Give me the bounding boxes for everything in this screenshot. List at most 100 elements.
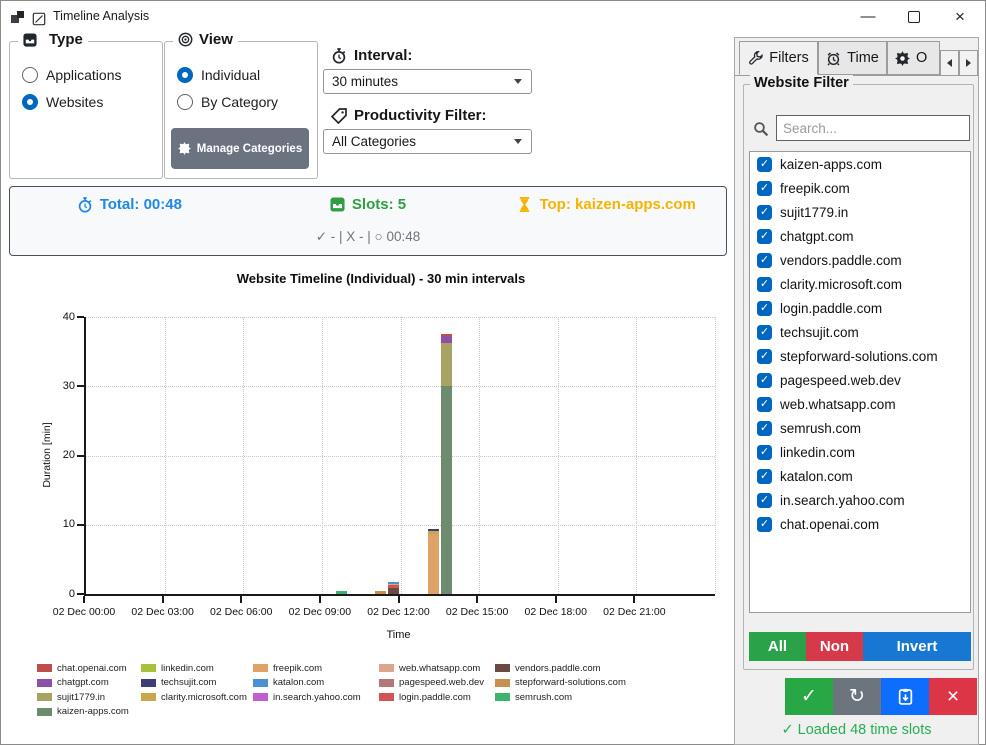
tab-scroll-right-button[interactable] xyxy=(959,50,978,76)
slots-icon xyxy=(330,197,345,212)
close-panel-button[interactable]: × xyxy=(929,678,977,715)
export-button[interactable] xyxy=(881,678,929,715)
radio-websites-circle[interactable] xyxy=(22,94,38,110)
search-icon xyxy=(753,121,769,137)
titlebar: Timeline Analysis — × xyxy=(1,1,985,33)
legend-label: linkedin.com xyxy=(161,663,214,674)
gear-icon xyxy=(895,51,910,66)
y-tick-mark xyxy=(77,524,84,526)
checkbox-checked-icon[interactable]: ✓ xyxy=(757,325,772,340)
select-all-button[interactable]: All xyxy=(749,632,806,661)
list-item[interactable]: ✓vendors.paddle.com xyxy=(750,248,970,272)
list-item[interactable]: ✓semrush.com xyxy=(750,416,970,440)
legend-item: chat.openai.com xyxy=(37,661,141,676)
list-item[interactable]: ✓web.whatsapp.com xyxy=(750,392,970,416)
refresh-button[interactable]: ↻ xyxy=(833,678,881,715)
list-item[interactable]: ✓pagespeed.web.dev xyxy=(750,368,970,392)
legend-item: pagespeed.web.dev xyxy=(379,676,495,691)
checkbox-checked-icon[interactable]: ✓ xyxy=(757,277,772,292)
legend-item: clarity.microsoft.com xyxy=(141,690,253,705)
legend-item: stepforward-solutions.com xyxy=(495,676,645,691)
tab-time[interactable]: Time xyxy=(818,41,887,75)
checkbox-checked-icon[interactable]: ✓ xyxy=(757,373,772,388)
checkbox-checked-icon[interactable]: ✓ xyxy=(757,421,772,436)
legend-swatch xyxy=(495,679,510,687)
checkbox-checked-icon[interactable]: ✓ xyxy=(757,229,772,244)
select-none-button[interactable]: Non xyxy=(806,632,863,661)
radio-websites-label: Websites xyxy=(46,94,103,110)
checkbox-checked-icon[interactable]: ✓ xyxy=(757,445,772,460)
tab-time-label: Time xyxy=(847,50,879,66)
alarm-icon xyxy=(826,51,841,66)
radio-applications-label: Applications xyxy=(46,67,122,83)
close-icon: × xyxy=(947,685,959,709)
legend-label: clarity.microsoft.com xyxy=(161,692,247,703)
checkbox-checked-icon[interactable]: ✓ xyxy=(757,301,772,316)
manage-categories-button[interactable]: Manage Categories xyxy=(171,128,309,169)
chevron-down-icon xyxy=(514,79,522,84)
legend-swatch xyxy=(253,679,268,687)
legend-swatch xyxy=(141,664,156,672)
list-item[interactable]: ✓freepik.com xyxy=(750,176,970,200)
x-tick-mark xyxy=(83,596,85,603)
radio-websites[interactable]: Websites xyxy=(22,94,162,110)
list-item-label: sujit1779.in xyxy=(780,205,848,220)
stacked-bar xyxy=(428,529,439,594)
checkbox-checked-icon[interactable]: ✓ xyxy=(757,469,772,484)
checkbox-checked-icon[interactable]: ✓ xyxy=(757,181,772,196)
list-item[interactable]: ✓ sujit1779.in xyxy=(750,200,970,224)
legend-label: chat.openai.com xyxy=(57,663,127,674)
checkbox-checked-icon[interactable]: ✓ xyxy=(757,157,772,172)
gridline xyxy=(479,317,480,594)
close-button[interactable]: × xyxy=(937,1,983,32)
x-tick-mark xyxy=(398,596,400,603)
list-item[interactable]: ✓login.paddle.com xyxy=(750,296,970,320)
radio-applications[interactable]: Applications xyxy=(22,67,162,83)
legend-swatch xyxy=(495,664,510,672)
tab-options[interactable]: O xyxy=(887,41,940,75)
maximize-button[interactable] xyxy=(891,1,937,32)
x-tick-mark xyxy=(555,596,557,603)
list-item[interactable]: ✓stepforward-solutions.com xyxy=(750,344,970,368)
radio-by-category[interactable]: By Category xyxy=(177,94,317,110)
website-filter-list[interactable]: ✓kaizen-apps.com✓freepik.com✓sujit1779.i… xyxy=(749,151,971,613)
interval-select[interactable]: 30 minutes xyxy=(323,69,532,94)
chart-xlabel: Time xyxy=(84,629,713,641)
minimize-button[interactable]: — xyxy=(845,1,891,32)
list-item[interactable]: ✓chatgpt.com xyxy=(750,224,970,248)
checkbox-checked-icon[interactable]: ✓ xyxy=(757,493,772,508)
y-tick-label: 40 xyxy=(35,311,75,323)
list-item[interactable]: ✓in.search.yahoo.com xyxy=(750,488,970,512)
list-item[interactable]: ✓kaizen-apps.com xyxy=(750,152,970,176)
tab-options-label: O xyxy=(916,50,927,66)
radio-by-category-circle[interactable] xyxy=(177,94,193,110)
checkbox-checked-icon[interactable]: ✓ xyxy=(757,517,772,532)
apply-button[interactable]: ✓ xyxy=(785,678,833,715)
list-item[interactable]: ✓techsujit.com xyxy=(750,320,970,344)
tab-scroll-left-button[interactable] xyxy=(940,50,959,76)
radio-individual[interactable]: Individual xyxy=(177,67,317,83)
stopwatch-icon xyxy=(77,197,93,213)
checkbox-checked-icon[interactable]: ✓ xyxy=(757,253,772,268)
list-item[interactable]: ✓clarity.microsoft.com xyxy=(750,272,970,296)
checkbox-checked-icon[interactable]: ✓ xyxy=(757,397,772,412)
search-input[interactable] xyxy=(776,115,970,141)
manage-categories-label: Manage Categories xyxy=(197,143,302,155)
legend-item: sujit1779.in xyxy=(37,690,141,705)
productivity-filter-label: Productivity Filter: xyxy=(354,107,487,124)
list-item[interactable]: ✓katalon.com xyxy=(750,464,970,488)
tab-filters[interactable]: Filters xyxy=(739,41,818,75)
radio-applications-circle[interactable] xyxy=(22,67,38,83)
legend-swatch xyxy=(253,693,268,701)
list-item[interactable]: ✓linkedin.com xyxy=(750,440,970,464)
productivity-filter-select[interactable]: All Categories xyxy=(323,129,532,154)
chart-legend: chat.openai.comlinkedin.comfreepik.comwe… xyxy=(37,661,645,719)
list-item[interactable]: ✓chat.openai.com xyxy=(750,512,970,536)
invert-selection-button[interactable]: Invert xyxy=(863,632,971,661)
checkbox-checked-icon[interactable]: ✓ xyxy=(757,349,772,364)
stats-detail: ✓ - | X - | ○ 00:48 xyxy=(10,229,726,245)
radio-individual-circle[interactable] xyxy=(177,67,193,83)
legend-item: kaizen-apps.com xyxy=(37,705,141,720)
checkbox-checked-icon[interactable]: ✓ xyxy=(757,205,772,220)
stats-bar: Total: 00:48 Slots: 5 Top: kaizen-apps.c… xyxy=(9,186,727,256)
